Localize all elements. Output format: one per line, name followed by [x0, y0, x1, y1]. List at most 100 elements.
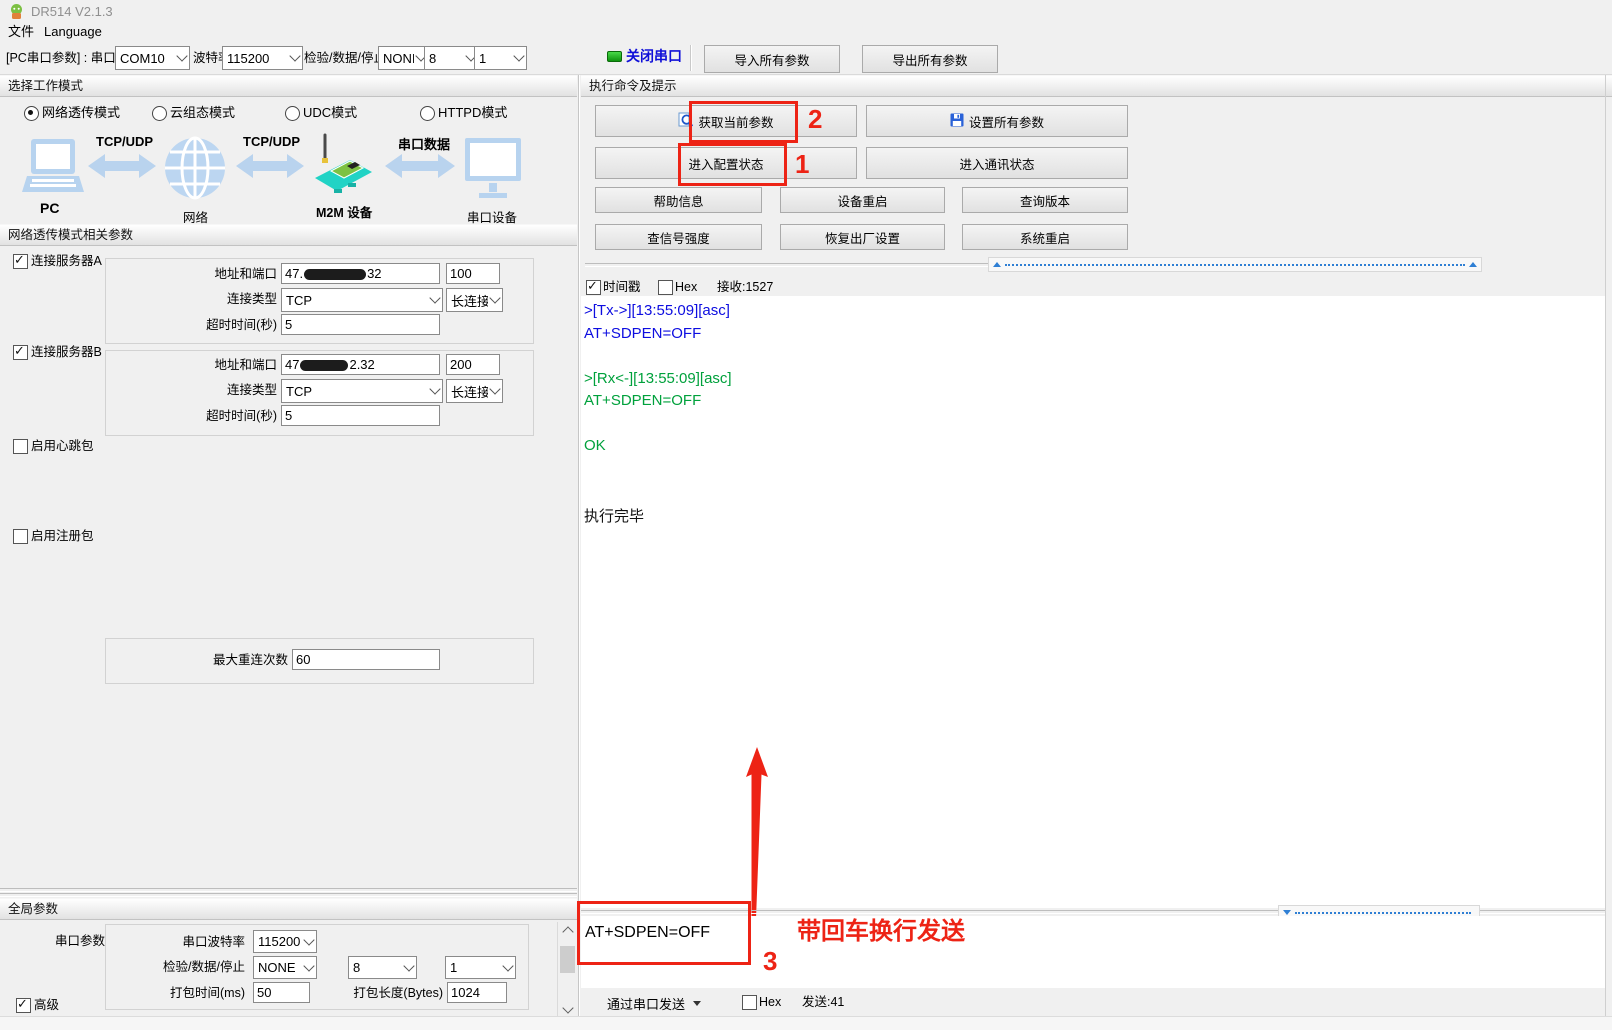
arrow-m2m-serial-icon — [385, 152, 455, 183]
terminal-line — [584, 415, 732, 438]
splitter-arrow-icon — [1469, 262, 1477, 267]
send-via-serial-button[interactable]: 通过串口发送 — [607, 994, 701, 1013]
global-stopbits-select[interactable]: 1 — [445, 956, 516, 979]
terminal-line — [584, 482, 732, 505]
radio-net-passthrough[interactable] — [24, 106, 39, 121]
databits-select[interactable]: 8 — [424, 46, 479, 70]
chevron-down-icon — [513, 50, 524, 61]
server-b-type-select[interactable]: TCP — [281, 379, 443, 403]
terminal-line — [584, 460, 732, 483]
enter-comm-button[interactable]: 进入通讯状态 — [866, 147, 1128, 179]
m2m-device-icon — [310, 133, 376, 204]
server-a-type-select[interactable]: TCP — [281, 288, 443, 312]
net-params-header: 网络透传模式相关参数 — [0, 224, 577, 246]
timeout-label: 超时时间(秒) — [155, 408, 277, 424]
radio-cloud-mode[interactable] — [152, 106, 167, 121]
pc-serial-label: [PC串口参数] : 串口号 — [6, 50, 128, 66]
terminal-line: >[Rx<-][13:55:09][asc] — [584, 370, 732, 393]
serial-params-label: 串口参数 — [55, 933, 105, 949]
arrow-pc-network-icon — [88, 152, 156, 183]
reconnect-input[interactable]: 60 — [292, 649, 440, 670]
server-a-port-input[interactable]: 100 — [446, 263, 500, 284]
advanced-checkbox[interactable] — [16, 998, 31, 1013]
radio-httpd-mode[interactable] — [420, 106, 435, 121]
annotation-box-step1 — [678, 143, 787, 186]
server-a-connmode-select[interactable]: 长连接 — [446, 288, 503, 312]
menu-language[interactable]: Language — [44, 23, 102, 41]
device-reboot-button[interactable]: 设备重启 — [780, 187, 945, 213]
splitter-arrow-icon — [993, 262, 1001, 267]
left-splitter[interactable] — [0, 888, 577, 892]
terminal-line: AT+SDPEN=OFF — [584, 325, 732, 348]
server-b-address-input[interactable]: 472.32 — [281, 354, 440, 375]
global-parity-select[interactable]: NONE — [253, 956, 317, 979]
left-splitter[interactable] — [0, 893, 577, 897]
global-databits-select[interactable]: 8 — [348, 956, 417, 979]
type-label: 连接类型 — [165, 382, 277, 398]
register-label: 启用注册包 — [31, 528, 94, 544]
serial-open-led-icon — [607, 51, 622, 62]
recv-hex-label: Hex — [675, 279, 697, 295]
close-serial-button[interactable]: 关闭串口 — [626, 48, 682, 64]
timestamp-label: 时间戳 — [603, 279, 641, 295]
server-a-checkbox[interactable] — [13, 254, 28, 269]
factory-reset-button[interactable]: 恢复出厂设置 — [780, 224, 945, 250]
terminal-line: AT+SDPEN=OFF — [584, 392, 732, 415]
global-params-header: 全局参数 — [0, 898, 577, 920]
addr-label: 地址和端口 — [165, 266, 277, 282]
pack-time-input[interactable]: 50 — [253, 982, 310, 1003]
set-params-button[interactable]: 设置所有参数 — [866, 105, 1128, 137]
server-b-port-input[interactable]: 200 — [446, 354, 500, 375]
pc-laptop-icon — [22, 138, 84, 201]
scroll-up-icon[interactable] — [564, 928, 572, 936]
parity-label: 检验/数据/停止 — [304, 50, 386, 66]
network-globe-icon — [163, 135, 227, 206]
annotation-step3: 3 — [763, 946, 777, 977]
terminal-splitter-handle[interactable] — [988, 257, 1482, 272]
arrow-network-m2m-icon — [236, 152, 304, 183]
left-scrollbar[interactable] — [557, 922, 578, 1018]
com-port-select[interactable]: COM10 — [115, 46, 190, 70]
import-params-button[interactable]: 导入所有参数 — [704, 45, 840, 73]
terminal-line: OK — [584, 437, 732, 460]
redaction-scribble — [300, 360, 348, 371]
stopbits-select[interactable]: 1 — [474, 46, 527, 70]
server-b-timeout-input[interactable]: 5 — [281, 405, 440, 426]
baud-select[interactable]: 115200 — [222, 46, 303, 70]
radio-label: 网络透传模式 — [42, 105, 120, 121]
menu-file[interactable]: 文件 — [8, 23, 34, 41]
parity-select[interactable]: NONI — [378, 46, 429, 70]
signal-strength-button[interactable]: 查信号强度 — [595, 224, 762, 250]
pack-len-input[interactable]: 1024 — [447, 982, 507, 1003]
server-b-connmode-select[interactable]: 长连接 — [446, 379, 503, 403]
radio-label: UDC模式 — [303, 105, 357, 121]
sent-counter: 发送:41 — [802, 994, 844, 1010]
chevron-down-icon — [429, 383, 440, 394]
radio-udc-mode[interactable] — [285, 106, 300, 121]
terminal-splitter[interactable] — [585, 263, 988, 267]
heartbeat-checkbox[interactable] — [13, 439, 28, 454]
window-bottom-strip — [0, 1016, 1612, 1030]
export-params-button[interactable]: 导出所有参数 — [862, 45, 998, 73]
timestamp-checkbox[interactable] — [586, 280, 601, 295]
help-button[interactable]: 帮助信息 — [595, 187, 762, 213]
scroll-down-icon[interactable] — [564, 1004, 572, 1012]
terminal-line — [584, 347, 732, 370]
link3-label: 串口数据 — [398, 134, 450, 153]
register-checkbox[interactable] — [13, 529, 28, 544]
server-b-checkbox[interactable] — [13, 345, 28, 360]
global-baud-select[interactable]: 115200 — [253, 930, 317, 953]
scrollbar-thumb[interactable] — [560, 946, 575, 973]
system-reboot-button[interactable]: 系统重启 — [962, 224, 1128, 250]
send-hex-checkbox[interactable] — [742, 995, 757, 1010]
server-a-address-input[interactable]: 47.32 — [281, 263, 440, 284]
work-mode-header: 选择工作模式 — [0, 75, 577, 97]
dropdown-caret-icon — [693, 1001, 701, 1006]
recv-hex-checkbox[interactable] — [658, 280, 673, 295]
chevron-down-icon — [502, 960, 513, 971]
server-b-label: 连接服务器B — [31, 344, 102, 360]
command-panel-header: 执行命令及提示 — [581, 75, 1612, 97]
server-a-timeout-input[interactable]: 5 — [281, 314, 440, 335]
save-floppy-icon — [950, 113, 964, 130]
query-version-button[interactable]: 查询版本 — [962, 187, 1128, 213]
